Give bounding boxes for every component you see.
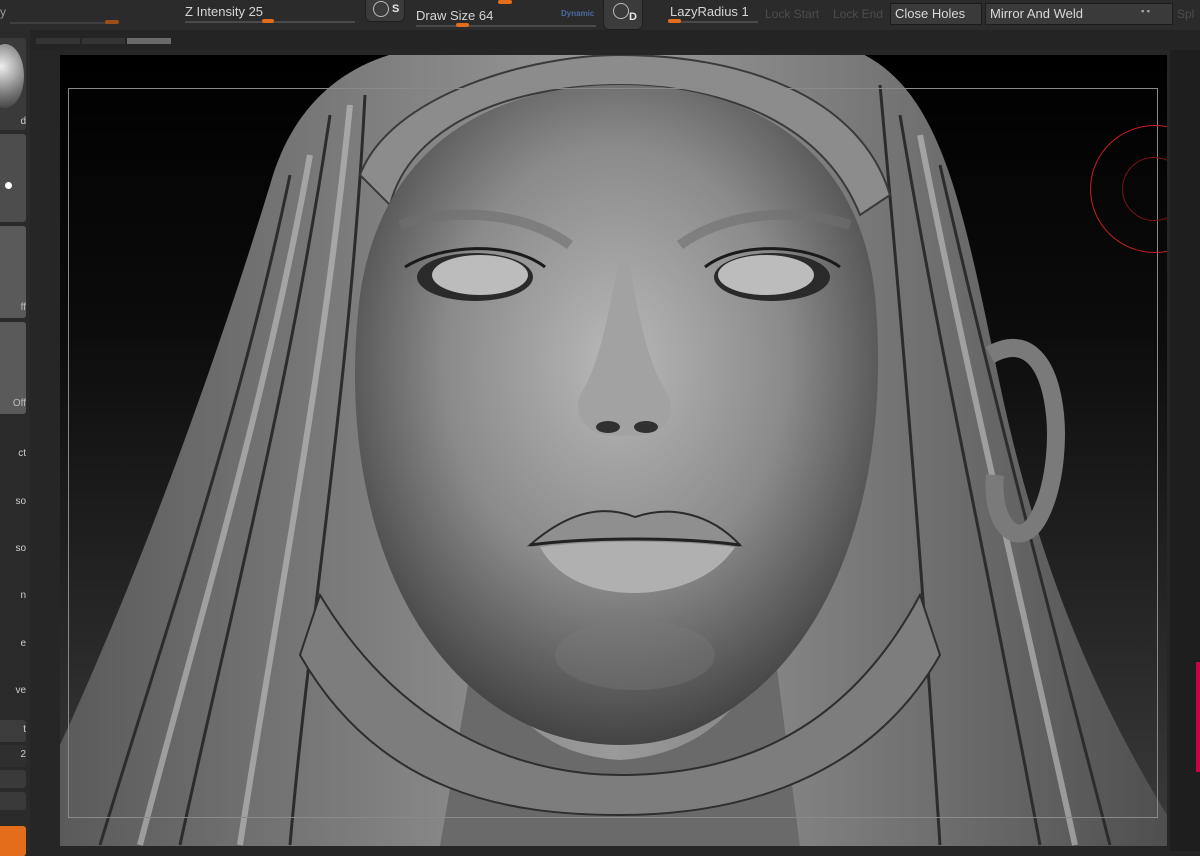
dot-stroke-icon (5, 182, 12, 189)
lock-start-button[interactable]: Lock Start (765, 7, 819, 21)
mirror-and-weld-button[interactable]: Mirror And Weld ▪ ▪ (985, 3, 1173, 25)
draw-size-label: Draw Size 64 (416, 8, 494, 23)
texture-slot[interactable]: Off (0, 322, 26, 414)
lazy-radius-label: LazyRadius 1 (670, 4, 749, 19)
left-slider-track[interactable] (10, 22, 115, 24)
truncated-right-label[interactable]: Spl (1177, 7, 1194, 21)
stroke-slot[interactable] (0, 134, 26, 222)
left-item-5[interactable]: so (0, 543, 26, 554)
z-intensity-knob[interactable] (262, 19, 274, 23)
left-slider-knob[interactable] (105, 20, 119, 24)
left-item-4[interactable]: so (0, 496, 26, 507)
left-item-2: Off (12, 398, 26, 409)
top-toolbar: y Z Intensity 25 S Draw Size 64 Dynamic … (0, 0, 1200, 30)
mirror-and-weld-label: Mirror And Weld (990, 6, 1083, 21)
tab-segment-2[interactable] (82, 38, 125, 44)
canvas-frame (68, 88, 1158, 818)
left-shelf: d ff Off ct so so n e ve t 2 (0, 30, 30, 856)
z-intensity-label: Z Intensity 25 (185, 4, 264, 19)
s-icon-letter: S (392, 3, 400, 15)
d-icon-letter: D (629, 11, 637, 23)
left-item-7[interactable]: e (0, 638, 26, 649)
lock-end-button[interactable]: Lock End (833, 7, 883, 21)
draw-size-knob[interactable] (456, 23, 469, 27)
left-button-t[interactable]: t (0, 720, 26, 742)
left-item-8[interactable]: ve (0, 685, 26, 696)
alpha-slot[interactable]: ff (0, 226, 26, 318)
tab-segment-3[interactable] (127, 38, 171, 44)
lazy-radius-knob[interactable] (668, 19, 681, 23)
close-holes-button[interactable]: Close Holes (890, 3, 982, 25)
canvas-viewport[interactable] (60, 55, 1167, 846)
s-toggle-button[interactable]: S (365, 0, 405, 22)
left-item-10: 2 (20, 749, 26, 760)
dots-icon: ▪ ▪ (1141, 6, 1150, 16)
s-circle-icon (373, 1, 389, 17)
d-toggle-button[interactable]: D (603, 0, 643, 30)
truncated-left-label: y (0, 5, 6, 19)
d-circle-icon (613, 3, 629, 19)
left-button-2[interactable]: 2 (0, 745, 26, 767)
secondary-toolbar (0, 30, 1200, 50)
left-button-blank-2[interactable] (0, 792, 26, 810)
material-sphere-slot[interactable]: d (0, 38, 26, 130)
left-item-3[interactable]: ct (0, 448, 26, 459)
left-item-0: d (20, 116, 26, 127)
draw-size-slider[interactable] (416, 25, 596, 27)
dynamic-label[interactable]: Dynamic (561, 9, 594, 18)
left-item-9: t (23, 724, 26, 735)
material-sphere-icon (0, 44, 24, 108)
focal-shift-knob[interactable] (498, 0, 512, 4)
right-edge-marker (1196, 662, 1200, 772)
left-button-blank-1[interactable] (0, 770, 26, 788)
left-item-1: ff (20, 302, 26, 313)
right-shelf (1170, 50, 1200, 851)
left-orange-button[interactable] (0, 826, 26, 856)
lazy-radius-slider[interactable] (668, 21, 758, 23)
tab-segment-1[interactable] (36, 38, 80, 44)
left-item-6[interactable]: n (0, 590, 26, 601)
